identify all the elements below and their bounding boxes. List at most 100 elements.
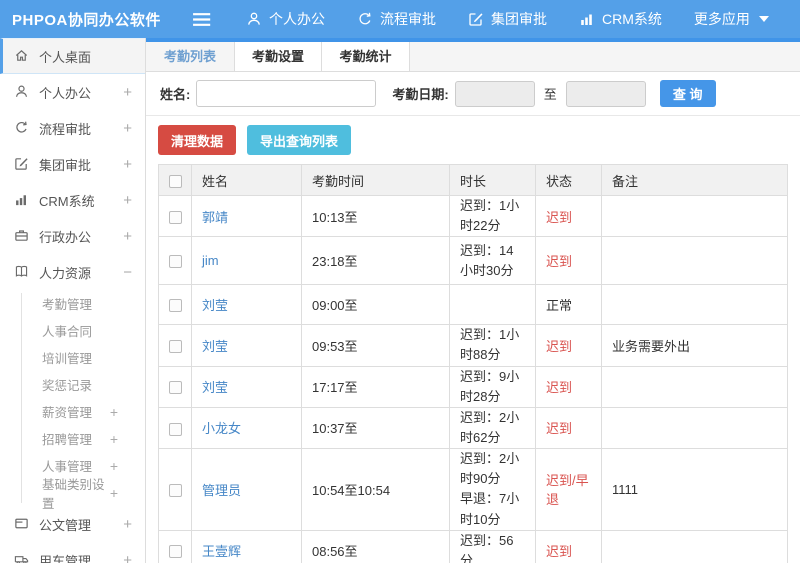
topbar: PHPOA协同办公软件 个人办公 流程审批 集团审批 CRM系统 更多应用	[0, 0, 800, 38]
nav-workflow-approval[interactable]: 流程审批	[357, 9, 436, 29]
collapse-minus-icon[interactable]: −	[123, 265, 132, 280]
expand-plus-icon[interactable]: +	[123, 193, 132, 208]
employee-name-link[interactable]: jim	[202, 253, 219, 268]
nav-crm[interactable]: CRM系统	[579, 9, 662, 29]
nav-more-apps[interactable]: 更多应用	[694, 9, 769, 29]
row-checkbox[interactable]	[168, 545, 182, 559]
table-row: 刘莹 17:17至 迟到：9小时28分 迟到	[158, 365, 788, 408]
attendance-table: 姓名 考勤时间 时长 状态 备注 郭靖 10:13至 迟到：1小时22分 迟到	[158, 164, 788, 563]
date-to-label: 至	[543, 87, 557, 102]
employee-name-link[interactable]: 王壹辉	[202, 544, 241, 559]
name-input[interactable]	[196, 80, 377, 107]
note-cell: 1111	[601, 448, 788, 531]
employee-name-link[interactable]: 刘莹	[202, 380, 228, 395]
hamburger-icon[interactable]	[192, 12, 212, 27]
caret-down-icon	[758, 16, 769, 22]
table-row: 小龙女 10:37至 迟到：2小时62分 迟到	[158, 406, 788, 450]
tab-attendance-stats[interactable]: 考勤统计	[322, 42, 410, 71]
duration-cell	[449, 284, 536, 326]
employee-name-link[interactable]: 郭靖	[202, 210, 228, 225]
sidebar-item-admin-office[interactable]: 行政办公 +	[0, 218, 145, 254]
duration-cell: 迟到：2小时62分	[449, 406, 536, 450]
sidebar-subitem-recruit[interactable]: 招聘管理 +	[0, 425, 145, 452]
row-checkbox[interactable]	[168, 483, 182, 497]
sidebar-subitem-base-category[interactable]: 基础类别设置 +	[0, 478, 145, 511]
nav-personal-office[interactable]: 个人办公	[246, 9, 325, 29]
expand-plus-icon[interactable]: +	[123, 85, 132, 100]
sidebar-item-workflow-approval[interactable]: 流程审批 +	[0, 110, 145, 146]
select-all-checkbox[interactable]	[168, 174, 182, 188]
person-icon	[14, 84, 30, 100]
nav-label: 更多应用	[693, 11, 750, 27]
sidebar-item-personal-office[interactable]: 个人办公 +	[0, 74, 145, 110]
sidebar-subitem-hr-contract[interactable]: 人事合同	[0, 317, 145, 344]
sidebar-item-crm[interactable]: CRM系统 +	[0, 182, 145, 218]
sidebar: 个人桌面 个人办公 + 流程审批 + 集团审批 + CRM系统 + 行政办公 +	[0, 38, 146, 563]
sidebar-subitem-attendance[interactable]: 考勤管理	[0, 290, 145, 317]
duration-cell: 迟到：2小时90分 早退：7小时10分	[449, 448, 536, 531]
row-checkbox[interactable]	[168, 299, 182, 313]
top-nav: 个人办公 流程审批 集团审批 CRM系统 更多应用	[246, 9, 769, 29]
app-title: PHPOA协同办公软件	[12, 11, 161, 29]
sidebar-subitem-label: 奖惩记录	[42, 379, 93, 393]
employee-name-link[interactable]: 刘莹	[202, 339, 228, 354]
name-label: 姓名:	[160, 87, 191, 102]
clean-data-button[interactable]: 清理数据	[158, 125, 237, 155]
sidebar-item-label: 流程审批	[39, 121, 92, 137]
sidebar-subitem-label: 基础类别设置	[42, 477, 105, 511]
tab-attendance-settings[interactable]: 考勤设置	[234, 42, 322, 71]
expand-plus-icon[interactable]: +	[123, 157, 132, 172]
row-checkbox[interactable]	[168, 381, 182, 395]
expand-plus-icon[interactable]: +	[110, 405, 118, 419]
expand-plus-icon[interactable]: +	[110, 459, 118, 473]
duration-cell: 迟到：1小时88分	[449, 324, 536, 367]
search-button[interactable]: 查 询	[659, 80, 716, 107]
sidebar-subitem-label: 招聘管理	[42, 433, 93, 447]
sidebar-subitem-training[interactable]: 培训管理	[0, 344, 145, 371]
sidebar-item-label: 个人桌面	[39, 49, 92, 65]
date-to-input[interactable]	[565, 80, 646, 107]
cycle-icon	[14, 120, 30, 136]
row-checkbox[interactable]	[168, 255, 182, 269]
table-header-row: 姓名 考勤时间 时长 状态 备注	[158, 164, 788, 196]
sidebar-item-personal-desktop[interactable]: 个人桌面	[0, 38, 145, 74]
expand-plus-icon[interactable]: +	[123, 553, 132, 563]
attendance-time: 10:13至	[301, 194, 450, 238]
attendance-table-wrap: 姓名 考勤时间 时长 状态 备注 郭靖 10:13至 迟到：1小时22分 迟到	[158, 164, 788, 563]
sidebar-subitem-rewards[interactable]: 奖惩记录	[0, 371, 145, 398]
table-row: jim 23:18至 迟到：14小时30分 迟到	[158, 236, 788, 286]
sidebar-item-hr[interactable]: 人力资源 −	[0, 254, 145, 290]
table-row: 刘莹 09:00至 正常	[158, 284, 788, 326]
expand-plus-icon[interactable]: +	[110, 486, 118, 500]
employee-name-link[interactable]: 管理员	[202, 483, 241, 498]
attendance-time: 09:00至	[301, 284, 450, 326]
expand-plus-icon[interactable]: +	[123, 517, 132, 532]
status-badge: 迟到/早退	[535, 448, 602, 531]
bar-chart-icon	[579, 11, 595, 27]
status-badge: 迟到	[535, 236, 602, 286]
export-list-button[interactable]: 导出查询列表	[247, 125, 352, 155]
sidebar-subitem-label: 培训管理	[42, 352, 93, 366]
nav-group-approval[interactable]: 集团审批	[468, 9, 547, 29]
attendance-time: 17:17至	[301, 365, 450, 408]
row-checkbox[interactable]	[168, 210, 182, 224]
table-row: 刘莹 09:53至 迟到：1小时88分 迟到 业务需要外出	[158, 324, 788, 367]
note-cell	[601, 194, 788, 238]
expand-plus-icon[interactable]: +	[123, 121, 132, 136]
nav-label: 流程审批	[380, 11, 436, 27]
tab-attendance-list[interactable]: 考勤列表	[146, 42, 234, 71]
expand-plus-icon[interactable]: +	[123, 229, 132, 244]
table-row: 王壹辉 08:56至 迟到：56分 迟到	[158, 529, 788, 563]
sidebar-item-vehicle[interactable]: 用车管理 +	[0, 542, 145, 563]
row-checkbox[interactable]	[168, 422, 182, 436]
employee-name-link[interactable]: 刘莹	[202, 298, 228, 313]
sidebar-subitem-salary[interactable]: 薪资管理 +	[0, 398, 145, 425]
col-header-status: 状态	[535, 164, 602, 196]
expand-plus-icon[interactable]: +	[110, 432, 118, 446]
attendance-time: 10:54至10:54	[301, 448, 450, 531]
date-from-input[interactable]	[454, 80, 535, 107]
note-cell	[601, 236, 788, 286]
row-checkbox[interactable]	[168, 339, 182, 353]
employee-name-link[interactable]: 小龙女	[202, 421, 241, 436]
sidebar-item-group-approval[interactable]: 集团审批 +	[0, 146, 145, 182]
